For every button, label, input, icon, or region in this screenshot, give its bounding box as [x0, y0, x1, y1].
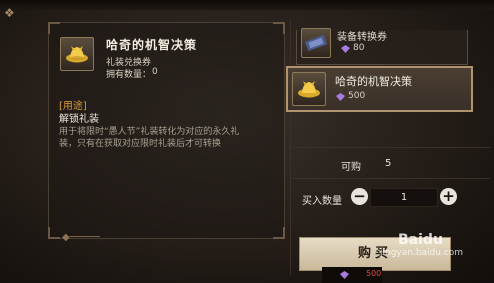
buyable-label: 可购 [341, 162, 361, 173]
usage-title: 解锁礼装 [59, 114, 99, 125]
top-edge [0, 0, 494, 10]
panel-divider [290, 20, 291, 275]
item-description: 用于将限时“愚人节”礼装转化为对应的永久礼装，只有在获取对应限时礼装后才可转换 [59, 127, 240, 149]
divider-ornament-icon: ◆───── [62, 232, 100, 243]
gem-icon [336, 93, 345, 101]
shop-item-ticket[interactable]: 装备转换券 80 [296, 28, 468, 65]
divider-line [292, 178, 490, 179]
increase-quantity-button[interactable]: + [440, 188, 457, 205]
quantity-label: 买入数量 [302, 196, 342, 207]
shop-item-price: 500 [348, 91, 366, 101]
divider-line [292, 147, 490, 148]
buyable-value: 5 [385, 158, 392, 169]
golden-hat-icon [292, 72, 326, 106]
owned-label: 拥有数量： [106, 70, 152, 80]
shop-item-price: 80 [353, 43, 365, 53]
decrease-quantity-button[interactable]: − [351, 188, 368, 205]
item-title: 哈奇的机智决策 [106, 38, 198, 52]
watermark-url: jingyan.baidu.com [380, 248, 464, 258]
gem-icon [341, 45, 350, 53]
total-price: 500 [366, 269, 382, 278]
shop-item-name: 装备转换券 [337, 32, 387, 43]
gem-icon [340, 271, 349, 279]
owned-value: 0 [152, 67, 158, 77]
shop-item-hat-selected[interactable]: 哈奇的机智决策 500 [286, 66, 473, 112]
quantity-field[interactable]: 1 [370, 188, 438, 207]
watermark-logo: Baidu [398, 232, 443, 248]
ticket-icon [301, 28, 331, 58]
shop-item-name: 哈奇的机智决策 [335, 75, 412, 88]
corner-ornament-icon: ❖ [4, 6, 15, 20]
golden-hat-icon [60, 37, 94, 71]
